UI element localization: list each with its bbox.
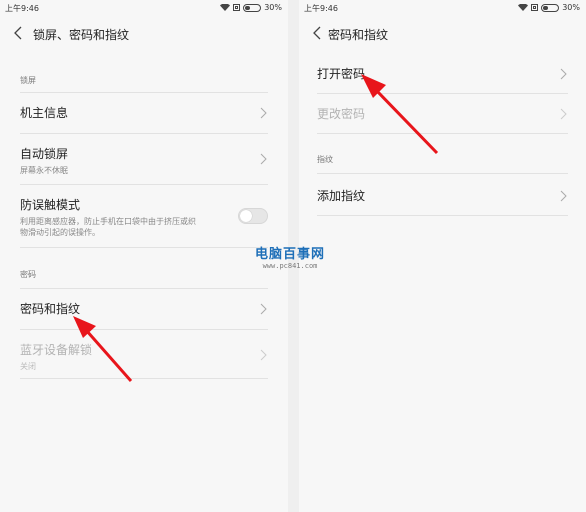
watermark-title: 电脑百事网 <box>254 247 325 262</box>
red-arrow-annotation <box>361 74 439 155</box>
site-watermark: 电脑百事网 www.pc841.com <box>240 243 340 270</box>
watermark-url: www.pc841.com <box>262 262 318 270</box>
right-screen: 上午9:46 30% 密码和指纹 打开密码 更改密码 指纹 添加指纹 <box>299 0 586 512</box>
